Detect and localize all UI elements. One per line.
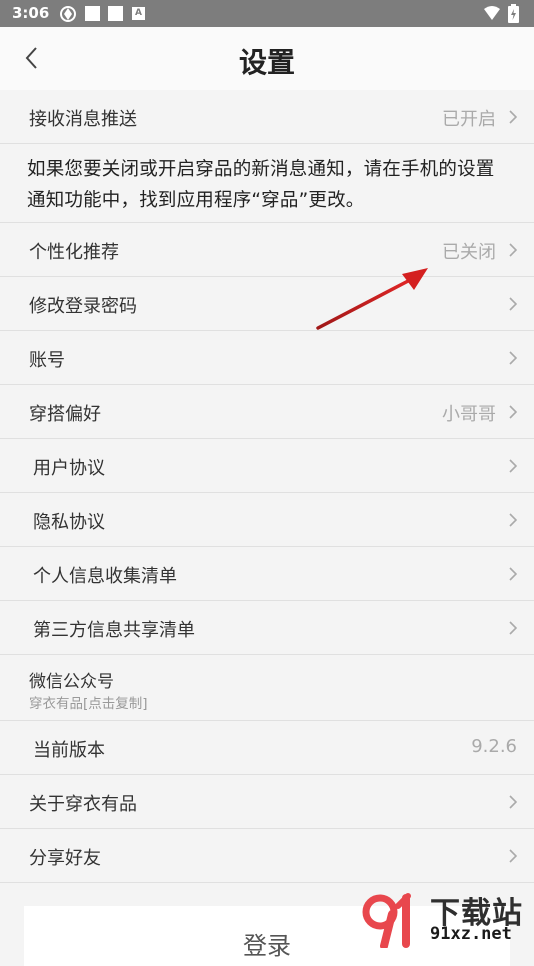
row-wechat-official-account[interactable]: 微信公众号 穿衣有品[点击复制] [0,656,534,721]
row-sublabel[interactable]: 穿衣有品[点击复制] [29,692,148,712]
row-label: 用户协议 [33,458,105,479]
notice-text: 如果您要关闭或开启穿品的新消息通知，请在手机的设置 通知功能中，找到应用程序“穿… [27,159,495,211]
row-value: 已关闭 [442,242,496,263]
notification-a-icon: A [132,7,145,20]
row-user-agreement[interactable]: 用户协议 [0,439,534,493]
chevron-right-icon [509,567,517,581]
row-personalized-recommendation[interactable]: 个性化推荐 已关闭 [0,223,534,277]
status-time: 3:06 [12,4,50,22]
version-value: 9.2.6 [471,736,517,757]
status-bar: 3:06 A [0,0,534,27]
watermark-logo-icon [362,893,411,948]
notification-square-icon [85,6,100,21]
chevron-right-icon [509,297,517,311]
row-value: 小哥哥 [442,404,496,425]
chevron-right-icon [509,351,517,365]
row-privacy-agreement[interactable]: 隐私协议 [0,493,534,547]
row-style-preference[interactable]: 穿搭偏好 小哥哥 [0,385,534,439]
row-label: 当前版本 [33,740,105,761]
row-label: 第三方信息共享清单 [33,620,195,641]
row-label: 账号 [29,350,65,371]
row-current-version: 当前版本 9.2.6 [0,721,534,775]
notification-notice: 如果您要关闭或开启穿品的新消息通知，请在手机的设置 通知功能中，找到应用程序“穿… [0,144,534,223]
chevron-right-icon [509,795,517,809]
row-label: 分享好友 [29,848,101,869]
watermark: 下载站 91xz.net [360,886,534,950]
row-about[interactable]: 关于穿衣有品 [0,775,534,829]
row-value: 已开启 [442,109,496,130]
row-label: 隐私协议 [33,512,105,533]
row-change-password[interactable]: 修改登录密码 [0,277,534,331]
page-title: 设置 [238,46,295,79]
push-notification-row[interactable]: 接收消息推送 已开启 [0,90,534,144]
row-label: 接收消息推送 [29,109,137,130]
row-label: 个人信息收集清单 [33,566,177,587]
chevron-right-icon [509,110,517,124]
row-personal-info-list[interactable]: 个人信息收集清单 [0,547,534,601]
row-label: 个性化推荐 [29,242,119,263]
row-label: 穿搭偏好 [29,404,101,425]
row-third-party-sharing-list[interactable]: 第三方信息共享清单 [0,601,534,655]
chevron-right-icon [509,243,517,257]
row-label: 微信公众号 [29,672,114,692]
row-account[interactable]: 账号 [0,331,534,385]
row-label: 关于穿衣有品 [29,794,137,815]
watermark-url: 91xz.net [430,924,512,944]
chevron-right-icon [509,405,517,419]
sync-icon [60,6,76,22]
chevron-right-icon [509,621,517,635]
wifi-icon [484,6,500,20]
app-header: 设置 [0,27,534,91]
row-share-friends[interactable]: 分享好友 [0,829,534,883]
chevron-right-icon [509,849,517,863]
annotation-arrow-icon [316,268,428,330]
notification-square-icon [108,6,123,21]
chevron-right-icon [509,513,517,527]
row-label: 修改登录密码 [29,296,137,317]
chevron-right-icon [509,459,517,473]
battery-icon [508,4,519,23]
